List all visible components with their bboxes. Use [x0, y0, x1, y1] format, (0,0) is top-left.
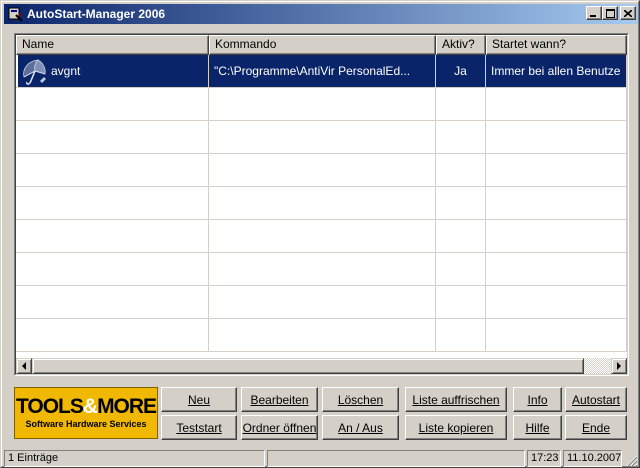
logo-word-tools: TOOLS [15, 395, 84, 418]
app-window: AutoStart-Manager 2006 Name Kommando Akt… [0, 0, 640, 468]
status-entries: 1 Einträge [4, 450, 265, 467]
status-empty-panel [267, 450, 525, 467]
hilfe-label: Hilfe [525, 420, 550, 435]
table-row [16, 187, 627, 220]
close-icon [624, 9, 632, 17]
column-header-kommando[interactable]: Kommando [209, 35, 436, 55]
ordner-oeffnen-label: Ordner öffnen [242, 420, 317, 435]
row-name: avgnt [50, 55, 208, 87]
liste-auffrischen-label: Liste auffrischen [412, 392, 500, 407]
bearbeiten-button[interactable]: Bearbeiten [241, 387, 318, 412]
column-header-aktiv[interactable]: Aktiv? [436, 35, 486, 55]
autostart-list[interactable]: Name Kommando Aktiv? Startet wann? avgnt… [14, 33, 629, 376]
neu-label: Neu [187, 392, 210, 407]
table-row [16, 253, 627, 286]
status-date: 11.10.2007 [563, 450, 622, 467]
ende-button[interactable]: Ende [565, 415, 627, 440]
logo-title: TOOLS&MORE [15, 395, 157, 418]
autostart-label: Autostart [571, 392, 621, 407]
teststart-label: Teststart [176, 420, 222, 435]
an-aus-label: An / Aus [338, 420, 383, 435]
minimize-button[interactable] [586, 6, 602, 20]
list-rows: avgnt "C:\Programme\AntiVir PersonalEd..… [16, 55, 627, 352]
close-button[interactable] [620, 6, 636, 20]
loeschen-label: Löschen [337, 392, 384, 407]
column-header-startet[interactable]: Startet wann? [486, 35, 627, 55]
cell-aktiv: Ja [436, 55, 486, 87]
table-row [16, 286, 627, 319]
table-row [16, 121, 627, 154]
cell-startet: Immer bei allen Benutze [486, 55, 627, 87]
scroll-right-button[interactable] [611, 358, 627, 374]
resize-grip-icon[interactable] [625, 454, 638, 467]
tools-and-more-logo: TOOLS&MORE Software Hardware Services [14, 387, 158, 439]
column-header-name[interactable]: Name [16, 35, 209, 55]
status-bar: 1 Einträge 17:23 11.10.2007 [4, 450, 638, 467]
maximize-icon [605, 8, 615, 18]
logo-subtitle: Software Hardware Services [25, 419, 147, 429]
info-label: Info [527, 392, 548, 407]
cell-name: avgnt [16, 55, 209, 87]
cell-kommando: "C:\Programme\AntiVir PersonalEd... [209, 55, 436, 87]
table-row [16, 88, 627, 121]
neu-button[interactable]: Neu [161, 387, 237, 412]
logo-word-more: MORE [97, 395, 157, 418]
app-icon [8, 7, 23, 22]
autostart-button[interactable]: Autostart [565, 387, 627, 412]
table-row [16, 319, 627, 352]
loeschen-button[interactable]: Löschen [322, 387, 399, 412]
scroll-track[interactable] [32, 358, 611, 374]
liste-kopieren-label: Liste kopieren [418, 420, 494, 435]
table-row [16, 154, 627, 187]
hilfe-button[interactable]: Hilfe [513, 415, 562, 440]
ordner-oeffnen-button[interactable]: Ordner öffnen [241, 415, 318, 440]
teststart-button[interactable]: Teststart [161, 415, 237, 440]
table-row[interactable]: avgnt "C:\Programme\AntiVir PersonalEd..… [16, 55, 627, 88]
scroll-left-button[interactable] [16, 358, 32, 374]
title-bar[interactable]: AutoStart-Manager 2006 [4, 4, 638, 24]
status-time: 17:23 [527, 450, 561, 467]
an-aus-button[interactable]: An / Aus [322, 415, 399, 440]
ende-label: Ende [581, 420, 611, 435]
antivir-umbrella-icon [18, 55, 50, 87]
table-row [16, 220, 627, 253]
window-title: AutoStart-Manager 2006 [27, 7, 166, 21]
bearbeiten-label: Bearbeiten [250, 392, 309, 407]
liste-auffrischen-button[interactable]: Liste auffrischen [405, 387, 507, 412]
arrow-right-icon [617, 362, 621, 370]
arrow-left-icon [22, 362, 26, 370]
info-button[interactable]: Info [513, 387, 562, 412]
horizontal-scrollbar[interactable] [16, 358, 627, 374]
minimize-icon [590, 15, 596, 17]
list-header: Name Kommando Aktiv? Startet wann? [16, 35, 627, 55]
scroll-thumb[interactable] [32, 358, 584, 374]
logo-ampersand: & [82, 395, 98, 418]
maximize-button[interactable] [602, 6, 618, 20]
liste-kopieren-button[interactable]: Liste kopieren [405, 415, 507, 440]
